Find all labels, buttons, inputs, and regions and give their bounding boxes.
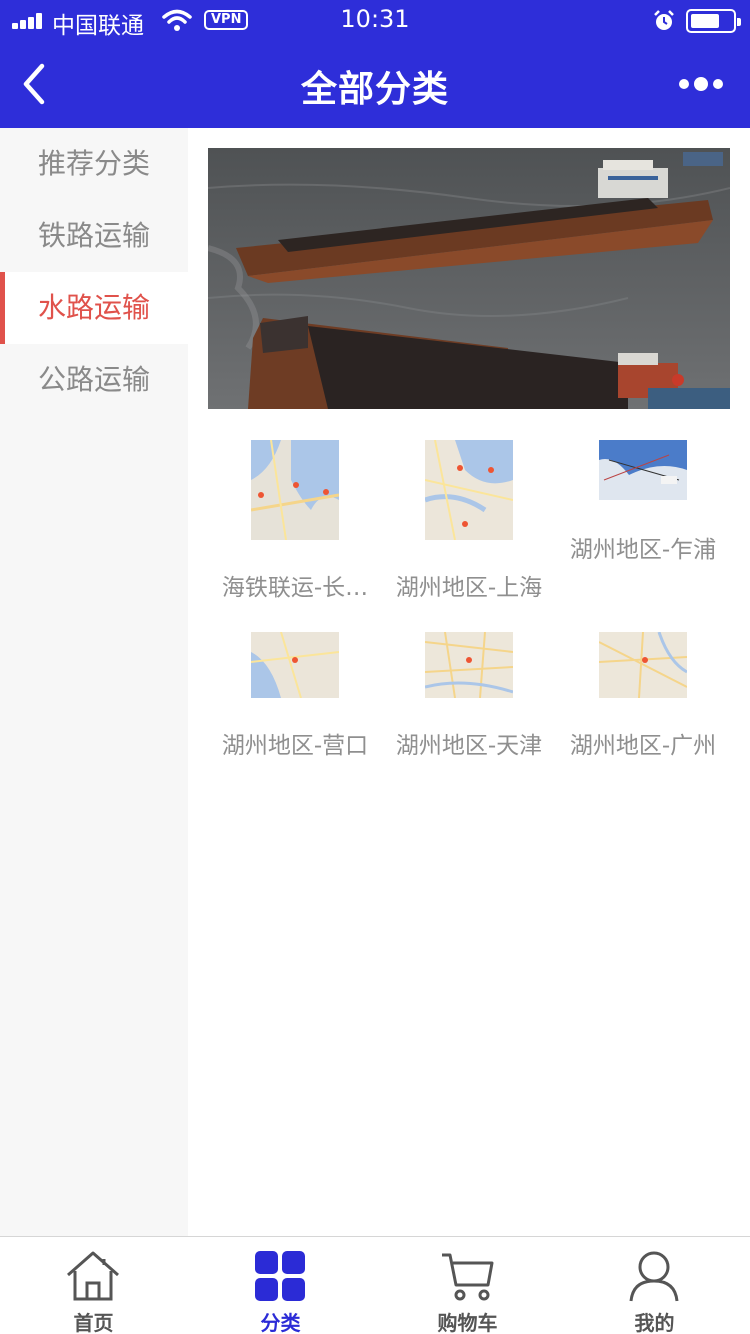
- tab-label: 分类: [260, 1311, 301, 1334]
- sidebar-item-waterway[interactable]: 水路运输: [0, 272, 188, 344]
- map-thumbnail: [599, 632, 687, 698]
- grid-item[interactable]: 湖州地区-营口: [208, 632, 382, 762]
- tab-cart[interactable]: 购物车: [374, 1237, 561, 1334]
- sidebar-item-railway[interactable]: 铁路运输: [0, 200, 188, 272]
- grid-item-label: 湖州地区-上海: [395, 575, 543, 601]
- tab-label: 首页: [73, 1311, 114, 1334]
- bottom-tab-bar: 首页 分类 购物车 我的: [0, 1236, 750, 1334]
- user-icon: [629, 1251, 679, 1302]
- tab-home[interactable]: 首页: [0, 1237, 187, 1334]
- tab-label: 我的: [634, 1311, 675, 1334]
- map-thumbnail: [599, 440, 687, 500]
- category-sidebar: 推荐分类 铁路运输 水路运输 公路运输: [0, 128, 188, 1236]
- grid-item[interactable]: 海铁联运-长…: [208, 440, 382, 610]
- grid-item[interactable]: 湖州地区-上海: [382, 440, 556, 610]
- navbar: 全部分类: [0, 42, 750, 128]
- cart-icon: [442, 1253, 494, 1301]
- grid-item-label: 湖州地区-乍浦: [569, 537, 717, 563]
- tab-category[interactable]: 分类: [187, 1237, 374, 1334]
- status-time: 10:31: [340, 5, 410, 33]
- sidebar-item-road[interactable]: 公路运输: [0, 344, 188, 416]
- grid-icon: [255, 1251, 305, 1301]
- grid-item-label: 湖州地区-广州: [569, 733, 717, 759]
- grid-item[interactable]: 湖州地区-天津: [382, 632, 556, 762]
- grid-item[interactable]: 湖州地区-乍浦: [556, 440, 730, 610]
- grid-item-label: 湖州地区-天津: [395, 733, 543, 759]
- map-thumbnail: [425, 632, 513, 698]
- category-banner-image[interactable]: [208, 148, 730, 409]
- grid-item-label: 湖州地区-营口: [221, 733, 369, 759]
- alarm-icon: [654, 10, 674, 30]
- battery-icon: [686, 9, 741, 33]
- map-thumbnail: [425, 440, 513, 540]
- map-thumbnail: [251, 440, 339, 540]
- status-bar: 中国联通 VPN 10:31: [0, 0, 750, 42]
- home-icon: [67, 1251, 119, 1301]
- sidebar-item-recommended[interactable]: 推荐分类: [0, 128, 188, 200]
- top-bar: 中国联通 VPN 10:31 全部分类: [0, 0, 750, 128]
- tab-me[interactable]: 我的: [561, 1237, 748, 1334]
- more-dots-icon[interactable]: [676, 74, 726, 94]
- tab-label: 购物车: [437, 1311, 498, 1334]
- grid-item[interactable]: 湖州地区-广州: [556, 632, 730, 762]
- page-title: 全部分类: [300, 69, 449, 110]
- map-thumbnail: [251, 632, 339, 698]
- grid-item-label: 海铁联运-长…: [221, 575, 369, 601]
